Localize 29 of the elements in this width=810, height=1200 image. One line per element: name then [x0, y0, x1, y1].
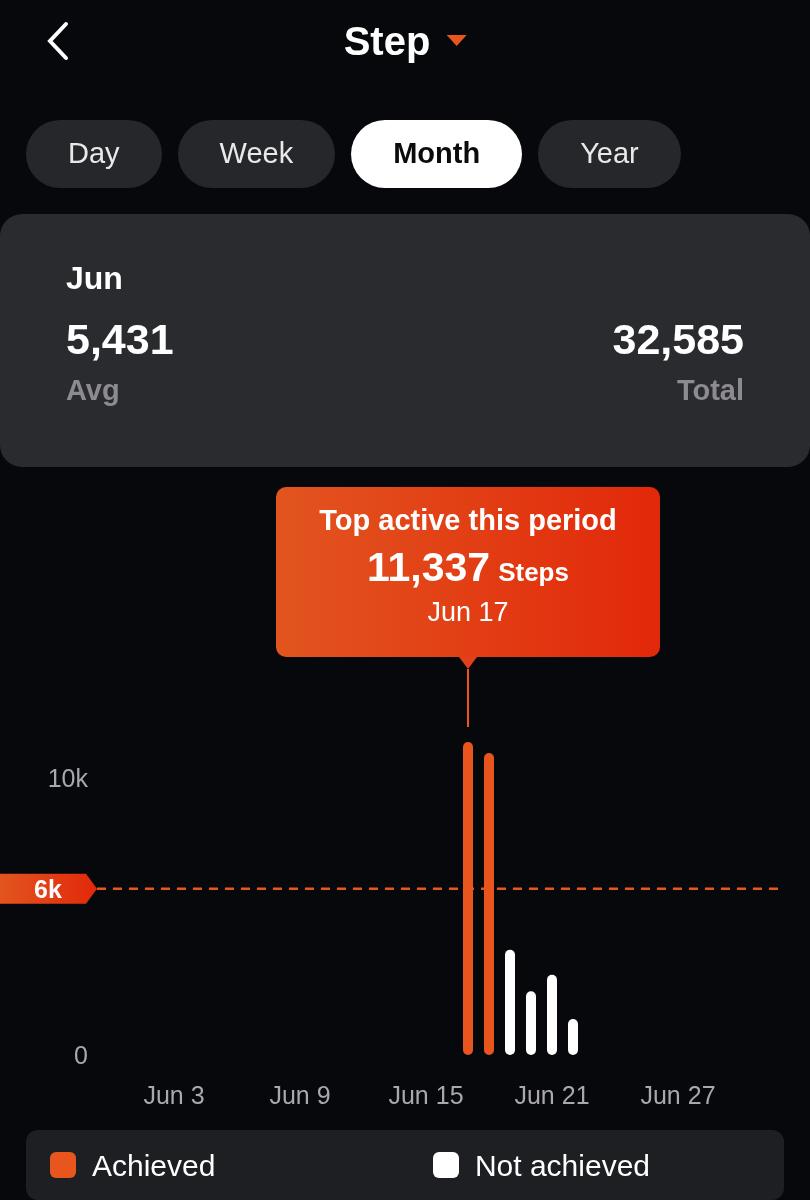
screen-title: Step: [343, 18, 431, 65]
y-axis-label: 10k: [47, 764, 88, 792]
legend-label: Achieved: [92, 1147, 216, 1184]
period-tab[interactable]: Year: [538, 120, 681, 188]
average-value: 5,431: [66, 316, 174, 364]
y-axis-label: 0: [74, 1041, 88, 1069]
chart-bar: [526, 991, 536, 1055]
period-tab[interactable]: Month: [351, 120, 523, 188]
total-label: Total: [675, 373, 744, 409]
goal-marker: 6k: [0, 873, 97, 904]
tooltip-title: Top active this period: [318, 503, 618, 538]
x-axis-label: Jun 9: [269, 1081, 331, 1109]
legend-label: Not achieved: [474, 1147, 650, 1184]
x-axis-label: Jun 27: [640, 1081, 716, 1109]
ref-line-label: 6k: [34, 874, 62, 903]
chart-bar: [568, 1019, 578, 1055]
average-label: Avg: [66, 373, 121, 409]
dropdown-caret-icon[interactable]: [446, 35, 467, 47]
period-label: Jun: [66, 259, 124, 298]
x-axis-label: Jun 15: [388, 1081, 464, 1109]
total-value: 32,585: [612, 316, 744, 364]
period-tab[interactable]: Day: [26, 120, 162, 188]
tooltip-date: Jun 17: [426, 595, 510, 629]
period-tab[interactable]: Week: [177, 120, 336, 188]
x-axis-label: Jun 21: [514, 1081, 590, 1109]
x-axis-label: Jun 3: [143, 1081, 205, 1109]
tooltip-unit: Steps: [498, 555, 569, 589]
tooltip-pointer: [459, 657, 477, 727]
tooltip-value: 11,337: [367, 542, 491, 592]
